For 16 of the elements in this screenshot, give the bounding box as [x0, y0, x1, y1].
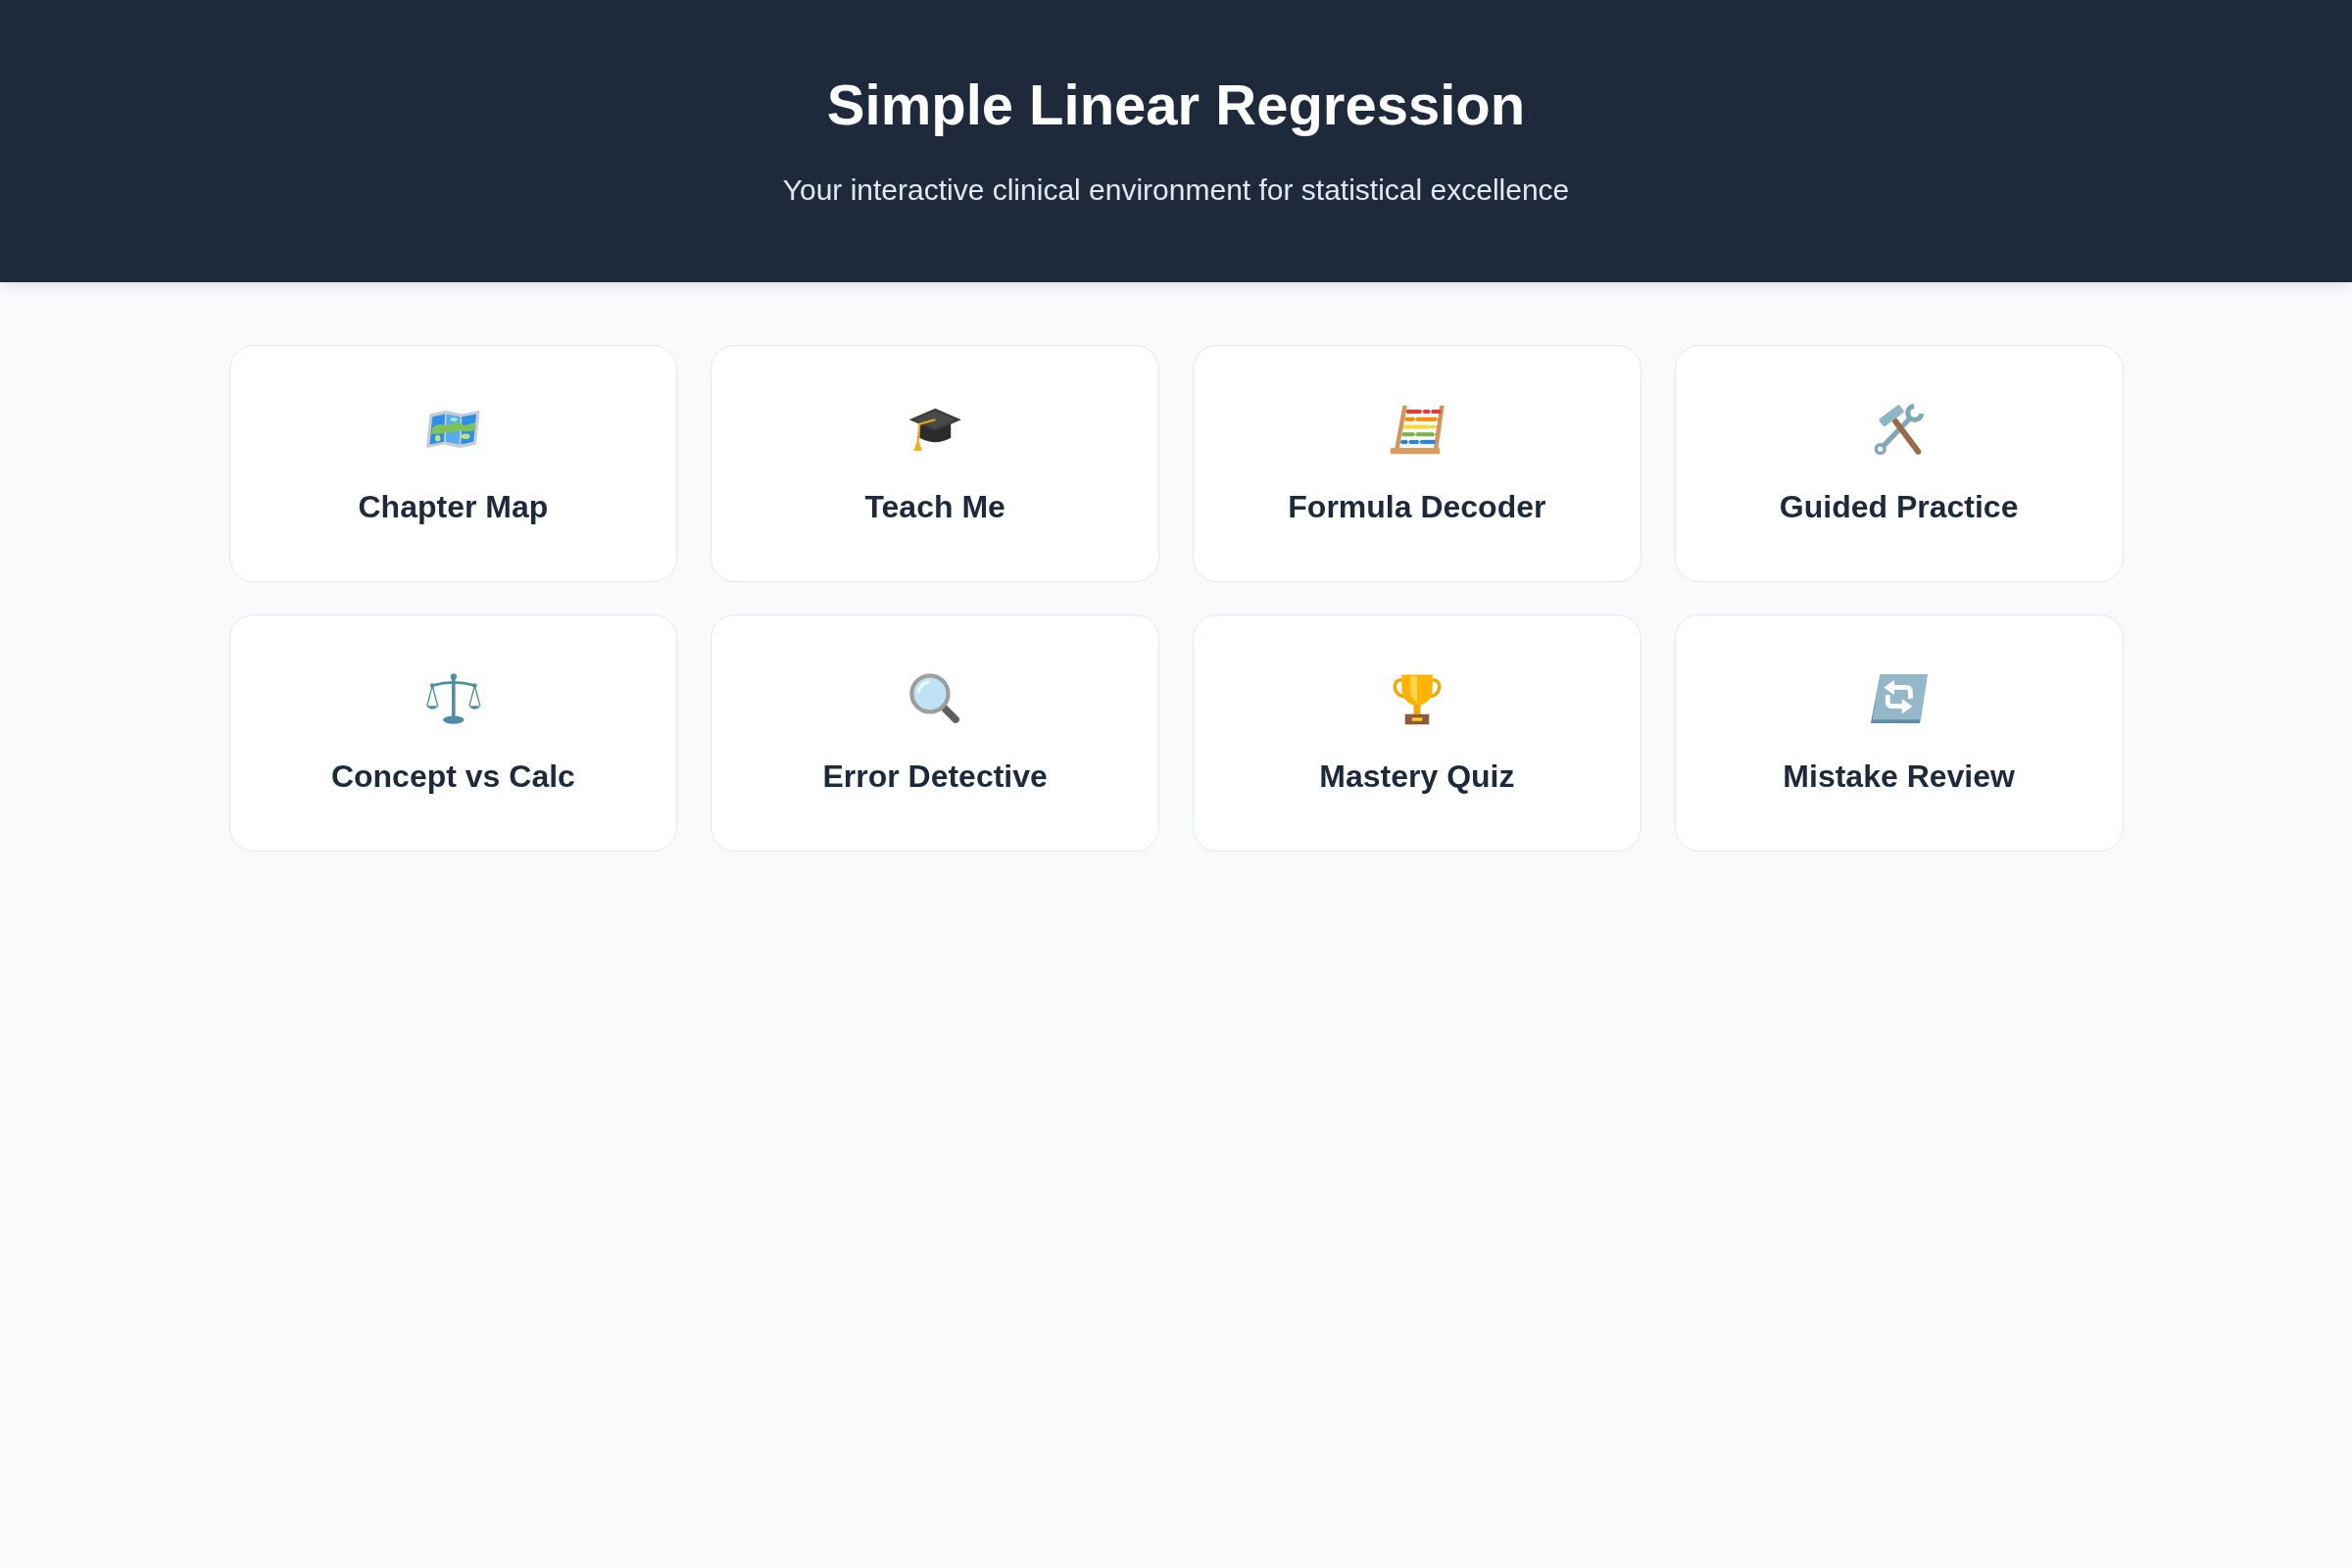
- page-title: Simple Linear Regression: [825, 72, 1527, 138]
- map-icon: [424, 409, 482, 450]
- abacus-icon: [1389, 403, 1446, 456]
- repeat-arrows-icon: [1868, 672, 1930, 725]
- feature-card[interactable]: Mastery Quiz: [1193, 614, 1642, 852]
- feature-card[interactable]: Formula Decoder: [1193, 345, 1642, 582]
- magnifying-glass-icon: [908, 672, 962, 725]
- feature-card[interactable]: Teach Me: [710, 345, 1159, 582]
- balance-scale-icon: [424, 672, 482, 725]
- feature-card[interactable]: Chapter Map: [228, 345, 678, 582]
- feature-card[interactable]: Mistake Review: [1674, 614, 2124, 852]
- page-subtitle: Your interactive clinical environment for statistical excellence: [781, 172, 1571, 208]
- feature-card[interactable]: Concept vs Calc: [228, 614, 678, 852]
- graduation-cap-icon: [906, 407, 963, 452]
- feature-card[interactable]: Guided Practice: [1674, 345, 2124, 582]
- feature-card[interactable]: Error Detective: [710, 614, 1159, 852]
